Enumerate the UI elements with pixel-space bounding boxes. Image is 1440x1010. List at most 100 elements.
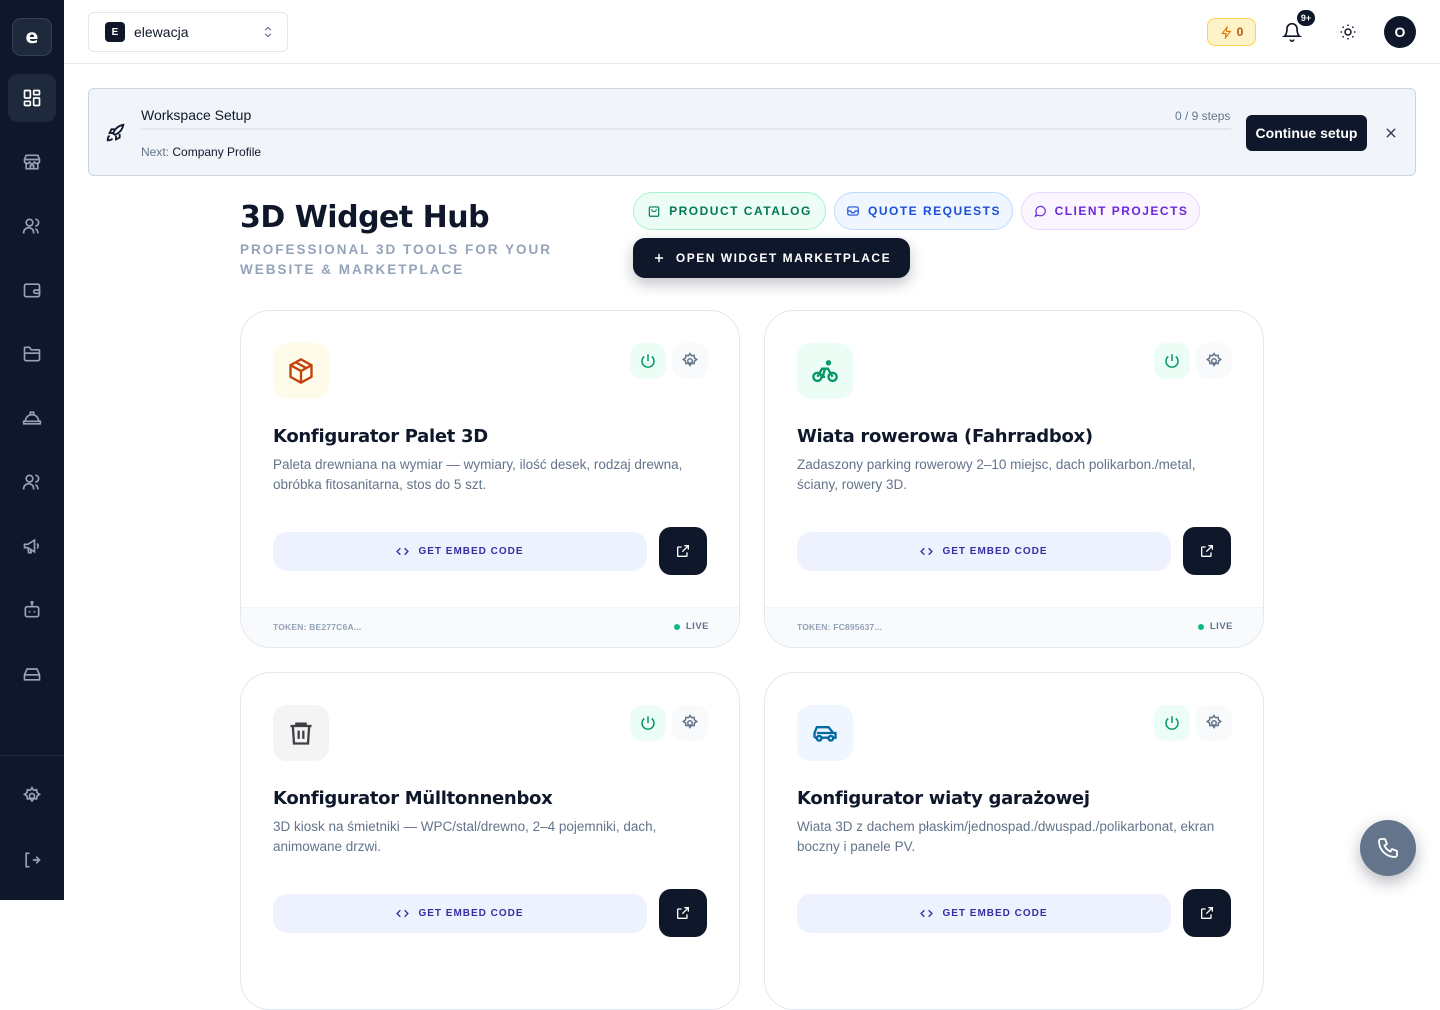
widget-title: Konfigurator Palet 3D	[273, 426, 488, 447]
package-icon	[289, 357, 313, 385]
users-icon	[22, 218, 40, 234]
open-widget-button[interactable]	[1183, 527, 1231, 575]
toggle-widget-button[interactable]	[1154, 705, 1190, 741]
widget-settings-button[interactable]	[1196, 705, 1232, 741]
power-icon	[641, 716, 655, 730]
sidebar-divider	[0, 755, 64, 756]
get-embed-code-label: GET EMBED CODE	[418, 546, 524, 557]
external-link-icon	[677, 545, 689, 557]
page-title: 3D Widget Hub	[240, 200, 490, 235]
toggle-widget-button[interactable]	[630, 343, 666, 379]
gear-icon	[681, 352, 699, 367]
get-embed-code-label: GET EMBED CODE	[418, 908, 524, 919]
sidebar-item-settings[interactable]	[8, 772, 56, 820]
gear-icon	[681, 714, 699, 729]
team-icon	[22, 474, 40, 490]
widget-settings-button[interactable]	[672, 343, 708, 379]
sidebar-nav	[8, 74, 56, 714]
sidebar-item-team[interactable]	[8, 458, 56, 506]
power-icon	[1165, 354, 1179, 368]
widget-card: Konfigurator wiaty garażowej Wiata 3D z …	[764, 672, 1264, 1010]
sidebar-item-dashboard[interactable]	[8, 74, 56, 122]
widget-footer: TOKEN: BE277C6A... LIVE	[241, 607, 739, 647]
dashboard-icon	[23, 89, 41, 107]
lightning-icon	[1220, 25, 1232, 39]
widget-description: Wiata 3D z dachem płaskim/jednospad./dwu…	[797, 819, 1215, 854]
get-embed-code-button[interactable]: GET EMBED CODE	[797, 532, 1171, 571]
quote-requests-button[interactable]: QUOTE REQUESTS	[834, 192, 1013, 230]
client-projects-button[interactable]: CLIENT PROJECTS	[1021, 192, 1200, 230]
workspace-logo[interactable]: e	[12, 18, 52, 56]
setup-next: Next: Company Profile	[141, 145, 261, 159]
widget-title: Konfigurator wiaty garażowej	[797, 788, 1090, 809]
widget-card: Konfigurator Mülltonnenbox 3D kiosk na ś…	[240, 672, 740, 1010]
setup-next-value: Company Profile	[172, 145, 262, 159]
open-widget-button[interactable]	[659, 527, 707, 575]
wallet-icon	[23, 283, 41, 298]
widget-token: TOKEN: FC895637...	[797, 622, 883, 632]
widget-title: Konfigurator Mülltonnenbox	[273, 788, 553, 809]
store-icon	[23, 154, 41, 170]
drive-icon	[23, 668, 41, 681]
product-catalog-button[interactable]: PRODUCT CATALOG	[633, 192, 826, 230]
gear-icon	[1205, 352, 1223, 367]
power-icon	[641, 354, 655, 368]
client-projects-label: CLIENT PROJECTS	[1054, 204, 1189, 218]
inbox-icon	[847, 206, 859, 216]
theme-toggle[interactable]	[1334, 18, 1362, 46]
widget-icon	[797, 343, 853, 399]
sidebar-item-logout[interactable]	[8, 836, 56, 884]
sidebar-item-construction[interactable]	[8, 394, 56, 442]
external-link-icon	[1201, 907, 1213, 919]
setup-next-label: Next:	[141, 145, 170, 159]
top-bar: E elewacja 0 9+ O	[64, 0, 1440, 64]
status-label: LIVE	[685, 621, 709, 632]
car-icon	[813, 726, 837, 742]
widget-settings-button[interactable]	[1196, 343, 1232, 379]
widget-settings-button[interactable]	[672, 705, 708, 741]
continue-setup-button[interactable]: Continue setup	[1246, 115, 1367, 151]
get-embed-code-button[interactable]: GET EMBED CODE	[273, 532, 647, 571]
code-icon	[396, 547, 410, 556]
open-widget-button[interactable]	[659, 889, 707, 937]
rocket-icon	[106, 123, 125, 142]
widget-card: Wiata rowerowa (Fahrradbox) Zadaszony pa…	[764, 310, 1264, 648]
notifications-count: 9+	[1297, 10, 1315, 26]
toggle-widget-button[interactable]	[630, 705, 666, 741]
credits-count: 0	[1236, 25, 1244, 39]
settings-icon	[22, 786, 42, 803]
toggle-widget-button[interactable]	[1154, 343, 1190, 379]
sidebar-item-wallet[interactable]	[8, 266, 56, 314]
widget-description: Zadaszony parking rowerowy 2–10 miejsc, …	[797, 457, 1196, 492]
sidebar-item-store[interactable]	[8, 138, 56, 186]
phone-icon	[1378, 838, 1398, 858]
sidebar-item-ai[interactable]	[8, 586, 56, 634]
gear-icon	[1205, 714, 1223, 729]
get-embed-code-label: GET EMBED CODE	[942, 908, 1048, 919]
code-icon	[920, 547, 934, 556]
sidebar-item-storage[interactable]	[8, 650, 56, 698]
call-button[interactable]	[1360, 820, 1416, 876]
open-widget-button[interactable]	[1183, 889, 1231, 937]
avatar[interactable]: O	[1384, 16, 1416, 48]
sidebar-item-projects[interactable]	[8, 330, 56, 378]
sidebar-bottom	[8, 772, 56, 900]
code-icon	[396, 909, 410, 918]
sidebar-item-marketing[interactable]	[8, 522, 56, 570]
chevron-updown-icon	[264, 26, 272, 38]
workspace-name: elewacja	[134, 24, 189, 40]
workspace-switcher[interactable]: E elewacja	[88, 12, 288, 52]
product-catalog-label: PRODUCT CATALOG	[669, 204, 812, 218]
megaphone-icon	[23, 538, 39, 554]
setup-steps: 0 / 9 steps	[1175, 109, 1231, 123]
close-icon	[1386, 128, 1396, 138]
sidebar-item-users[interactable]	[8, 202, 56, 250]
trash-icon	[290, 722, 312, 745]
get-embed-code-label: GET EMBED CODE	[942, 546, 1048, 557]
bot-icon	[24, 600, 40, 618]
credits-badge[interactable]: 0	[1207, 18, 1256, 46]
close-setup-button[interactable]	[1381, 123, 1401, 143]
open-marketplace-button[interactable]: OPEN WIDGET MARKETPLACE	[633, 238, 910, 278]
code-icon	[920, 909, 934, 918]
chat-icon	[1033, 205, 1046, 218]
